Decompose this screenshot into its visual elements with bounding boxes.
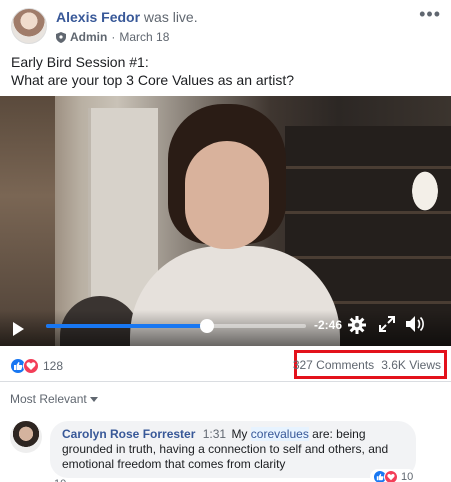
post-stats-bar: 128 327 Comments 3.6K Views [0, 346, 451, 382]
reaction-count[interactable]: 128 [43, 359, 63, 373]
live-video-post: Alexis Fedor was live. Admin · March 18 … [0, 0, 451, 482]
post-meta: Admin · March 18 [56, 30, 169, 44]
fullscreen-icon[interactable] [379, 316, 395, 332]
love-reaction-icon [23, 358, 39, 374]
shield-icon [56, 31, 66, 43]
more-options-icon[interactable]: ••• [419, 5, 441, 23]
author-avatar[interactable] [11, 8, 47, 44]
video-scene-lamp [405, 161, 445, 221]
comment-author-link[interactable]: Carolyn Rose Forrester [62, 427, 195, 441]
post-author-line: Alexis Fedor was live. [56, 9, 198, 25]
caret-down-icon [89, 396, 98, 402]
comment-partial-line: 10 [54, 478, 66, 482]
views-count-link[interactable]: 3.6K Views [381, 358, 441, 372]
play-icon[interactable] [13, 322, 24, 336]
post-text-line-1: Early Bird Session #1: [11, 54, 149, 70]
post-action-text: was live. [143, 9, 198, 25]
admin-role-label: Admin [70, 30, 108, 44]
volume-icon[interactable] [405, 315, 425, 333]
post-date-link[interactable]: March 18 [119, 30, 169, 44]
comment-text-start: My [231, 427, 248, 441]
video-player[interactable] [0, 96, 451, 346]
post-text-line-2: What are your top 3 Core Values as an ar… [11, 72, 294, 88]
comment-timestamp-link[interactable]: 1:31 [203, 427, 226, 441]
comment-reaction-count: 10 [401, 471, 414, 482]
stats-links: 327 Comments 3.6K Views [293, 358, 441, 372]
comment-bubble: Carolyn Rose Forrester 1:31 My corevalue… [50, 421, 416, 478]
comment-sort-label: Most Relevant [10, 392, 87, 406]
author-name-link[interactable]: Alexis Fedor [56, 9, 140, 25]
love-reaction-icon [384, 470, 398, 482]
comment-hashtag-link[interactable]: corevalues [250, 427, 309, 441]
comments-count-link[interactable]: 327 Comments [293, 358, 374, 372]
video-presenter-face [185, 141, 269, 249]
video-progress-track[interactable] [46, 319, 306, 333]
reaction-summary[interactable]: 128 [10, 358, 63, 374]
post-text: Early Bird Session #1: What are your top… [11, 53, 294, 89]
meta-separator: · [111, 30, 116, 44]
commenter-avatar[interactable] [10, 421, 42, 453]
video-progress-fill [46, 324, 208, 328]
video-scene-art [0, 96, 55, 346]
comment-reaction-summary[interactable]: 10 [370, 469, 417, 482]
gear-icon[interactable] [348, 316, 366, 334]
time-remaining: -2:46 [314, 318, 343, 332]
comment-sort-dropdown[interactable]: Most Relevant [10, 392, 98, 406]
